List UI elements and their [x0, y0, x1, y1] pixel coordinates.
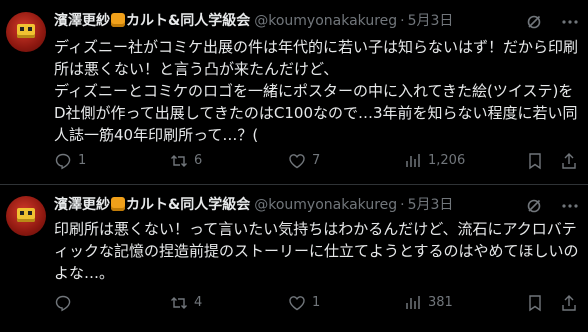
action-bar: 1 6 7 1,206: [54, 151, 580, 171]
repost-count: 4: [194, 295, 203, 310]
more-icon[interactable]: [560, 14, 580, 30]
avatar[interactable]: [6, 12, 46, 52]
repost-icon: [171, 155, 187, 167]
author-handle[interactable]: @koumyonakakureg: [254, 197, 397, 213]
views-button[interactable]: 1,206: [404, 151, 465, 171]
share-button[interactable]: [560, 151, 578, 171]
repost-button[interactable]: 6: [170, 151, 202, 171]
like-count: 1: [312, 295, 321, 310]
badge-icon: [111, 13, 125, 27]
grok-icon[interactable]: [526, 14, 542, 30]
badge-icon: [111, 197, 125, 211]
reply-count: 1: [78, 153, 87, 168]
avatar[interactable]: [6, 196, 46, 236]
views-count: 381: [428, 295, 453, 310]
post-date[interactable]: 5月3日: [408, 197, 454, 213]
repost-button[interactable]: 4: [170, 293, 202, 313]
like-button[interactable]: 7: [288, 151, 320, 171]
share-icon: [562, 153, 576, 169]
post[interactable]: 濱澤更紗 カルト&同人学級会 @koumyonakakureg · 5月3日 ディズニー…: [0, 0, 588, 184]
repost-count: 6: [194, 153, 203, 168]
reply-icon: [55, 153, 71, 170]
author-name[interactable]: 濱澤更紗: [54, 197, 110, 213]
bookmark-button[interactable]: [526, 293, 544, 313]
post-header: 濱澤更紗 カルト&同人学級会 @koumyonakakureg · 5月3日: [54, 11, 518, 31]
author-name[interactable]: 濱澤更紗: [54, 13, 110, 29]
post-text: 印刷所は悪くない！って言いたい気持ちはわかるんだけど、流石にアクロバティックな記…: [54, 220, 579, 282]
author-name-suffix[interactable]: カルト&同人学級会: [126, 197, 250, 213]
views-icon: [406, 296, 420, 309]
repost-icon: [171, 297, 187, 309]
separator: ·: [400, 197, 405, 213]
bookmark-icon: [529, 153, 541, 170]
views-button[interactable]: 381: [404, 293, 453, 313]
author-name-suffix[interactable]: カルト&同人学級会: [126, 13, 250, 29]
share-button[interactable]: [560, 293, 578, 313]
share-icon: [562, 295, 576, 311]
grok-icon[interactable]: [526, 198, 542, 214]
separator: ·: [400, 13, 405, 29]
heart-icon: [289, 296, 305, 311]
views-icon: [406, 154, 420, 167]
post-text: ディズニー社がコミケ出展の件は年代的に若い子は知らないはず！だから印刷所は悪くな…: [54, 38, 578, 144]
action-bar: 4 1 381: [54, 293, 580, 313]
heart-icon: [289, 154, 305, 169]
reply-button[interactable]: 1: [54, 151, 86, 171]
like-button[interactable]: 1: [288, 293, 320, 313]
post-date[interactable]: 5月3日: [408, 13, 454, 29]
post[interactable]: 濱澤更紗 カルト&同人学級会 @koumyonakakureg · 5月3日 印刷所は悪…: [0, 184, 588, 332]
views-count: 1,206: [428, 153, 466, 168]
more-icon[interactable]: [560, 198, 580, 214]
like-count: 7: [312, 153, 321, 168]
bookmark-icon: [529, 295, 541, 312]
reply-button[interactable]: [54, 293, 78, 313]
author-handle[interactable]: @koumyonakakureg: [254, 13, 397, 29]
bookmark-button[interactable]: [526, 151, 544, 171]
reply-icon: [55, 295, 71, 312]
post-header: 濱澤更紗 カルト&同人学級会 @koumyonakakureg · 5月3日: [54, 195, 518, 215]
